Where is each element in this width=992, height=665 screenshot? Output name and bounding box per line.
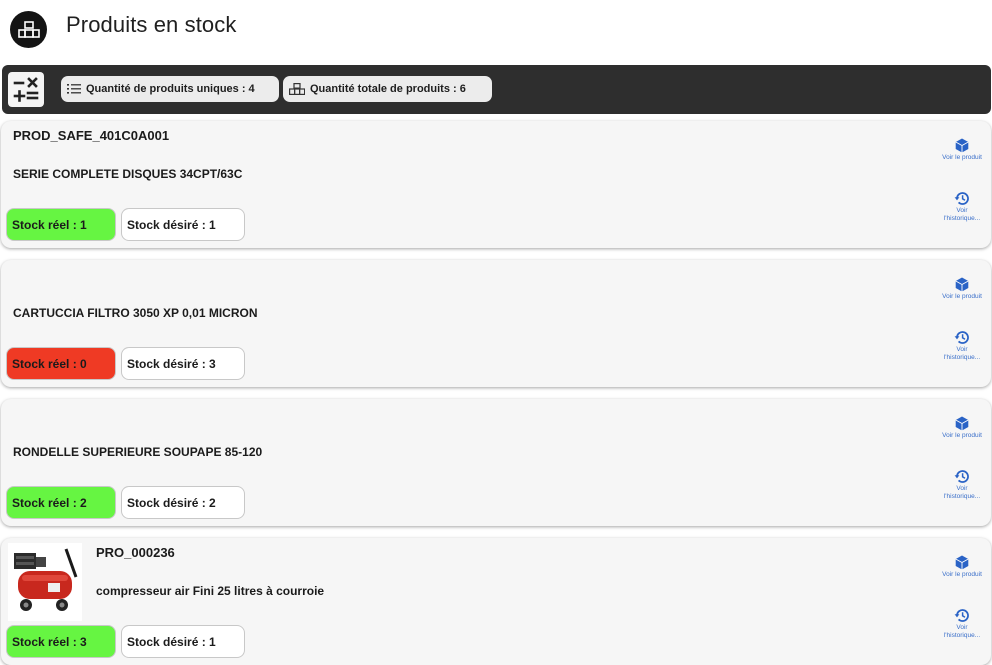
stock-real-badge: Stock réel : 3 [6, 625, 116, 658]
stock-real-badge: Stock réel : 1 [6, 208, 116, 241]
view-history-button[interactable]: Voir l'historique... [939, 608, 985, 639]
view-history-button[interactable]: Voir l'historique... [939, 469, 985, 500]
cube-icon [955, 555, 969, 570]
product-card[interactable]: CARTUCCIA FILTRO 3050 XP 0,01 MICRON Sto… [1, 260, 991, 387]
stock-wanted-badge: Stock désiré : 1 [121, 625, 245, 658]
summary-toolbar: Quantité de produits uniques : 4 Quantit… [2, 65, 991, 114]
cube-icon [955, 416, 969, 431]
stock-wanted-badge: Stock désiré : 3 [121, 347, 245, 380]
product-name: RONDELLE SUPERIEURE SOUPAPE 85-120 [13, 445, 263, 459]
compressor-image[interactable] [8, 543, 82, 621]
app-header: Produits en stock [0, 0, 992, 60]
view-history-label: Voir l'historique... [943, 485, 981, 500]
product-code: PRO_000236 [96, 545, 175, 560]
history-icon [954, 470, 969, 483]
product-name: CARTUCCIA FILTRO 3050 XP 0,01 MICRON [13, 306, 258, 320]
stock-real-badge: Stock réel : 2 [6, 486, 116, 519]
list-icon [67, 84, 81, 94]
view-product-button[interactable]: Voir le produit [939, 277, 985, 301]
stock-wanted-badge: Stock désiré : 1 [121, 208, 245, 241]
view-history-label: Voir l'historique... [943, 207, 981, 222]
product-name: SERIE COMPLETE DISQUES 34CPT/63C [13, 167, 243, 181]
view-product-button[interactable]: Voir le produit [939, 138, 985, 162]
total-products-label: Quantité totale de produits : 6 [310, 83, 466, 95]
product-card[interactable]: PRO_000236 compresseur air Fini 25 litre… [1, 538, 991, 665]
product-card[interactable]: RONDELLE SUPERIEURE SOUPAPE 85-120 Stock… [1, 399, 991, 526]
unique-products-label: Quantité de produits uniques : 4 [86, 83, 255, 95]
stock-real-badge: Stock réel : 0 [6, 347, 116, 380]
view-product-button[interactable]: Voir le produit [939, 416, 985, 440]
cube-icon [955, 277, 969, 292]
page-title: Produits en stock [66, 12, 237, 37]
stock-logo-icon [10, 11, 47, 48]
product-name: compresseur air Fini 25 litres à courroi… [96, 584, 325, 598]
view-history-label: Voir l'historique... [943, 624, 981, 639]
product-code: PROD_SAFE_401C0A001 [13, 128, 170, 143]
view-product-label: Voir le produit [942, 571, 982, 578]
view-history-button[interactable]: Voir l'historique... [939, 191, 985, 222]
view-product-label: Voir le produit [942, 432, 982, 439]
product-card[interactable]: PROD_SAFE_401C0A001 SERIE COMPLETE DISQU… [1, 121, 991, 248]
cube-icon [955, 138, 969, 153]
calculator-icon[interactable] [8, 72, 44, 107]
view-product-label: Voir le produit [942, 293, 982, 300]
history-icon [954, 192, 969, 205]
history-icon [954, 331, 969, 344]
history-icon [954, 609, 969, 622]
view-history-button[interactable]: Voir l'historique... [939, 330, 985, 361]
view-history-label: Voir l'historique... [943, 346, 981, 361]
boxes-icon [289, 83, 305, 95]
unique-products-chip: Quantité de produits uniques : 4 [61, 76, 279, 102]
view-product-button[interactable]: Voir le produit [939, 555, 985, 579]
stock-wanted-badge: Stock désiré : 2 [121, 486, 245, 519]
total-products-chip: Quantité totale de produits : 6 [283, 76, 492, 102]
view-product-label: Voir le produit [942, 154, 982, 161]
